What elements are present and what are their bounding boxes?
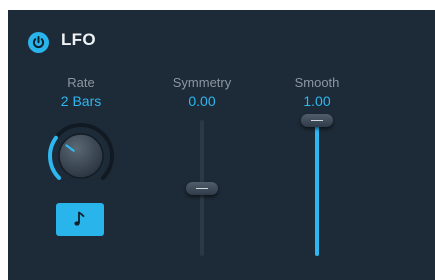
symmetry-label: Symmetry — [172, 75, 232, 90]
smooth-label: Smooth — [294, 75, 340, 90]
smooth-value[interactable]: 1.00 — [272, 93, 362, 109]
power-button[interactable] — [28, 32, 49, 53]
smooth-slider-fill — [315, 120, 319, 256]
power-icon — [32, 36, 45, 49]
tempo-sync-button[interactable] — [56, 203, 104, 236]
music-note-icon — [74, 211, 85, 226]
smooth-slider-handle[interactable] — [301, 113, 333, 127]
symmetry-slider-handle[interactable] — [186, 181, 218, 195]
rate-knob-value-arc — [48, 135, 62, 180]
rate-label: Rate — [67, 75, 95, 90]
rate-value[interactable]: 2 Bars — [36, 93, 126, 109]
lfo-panel: LFO Rate 2 Bars Symmetry 0.00 Smooth 1.0 — [8, 10, 435, 280]
rate-knob[interactable] — [45, 120, 117, 192]
symmetry-value[interactable]: 0.00 — [157, 93, 247, 109]
section-title: LFO — [61, 30, 96, 49]
rate-knob-body — [58, 133, 104, 179]
